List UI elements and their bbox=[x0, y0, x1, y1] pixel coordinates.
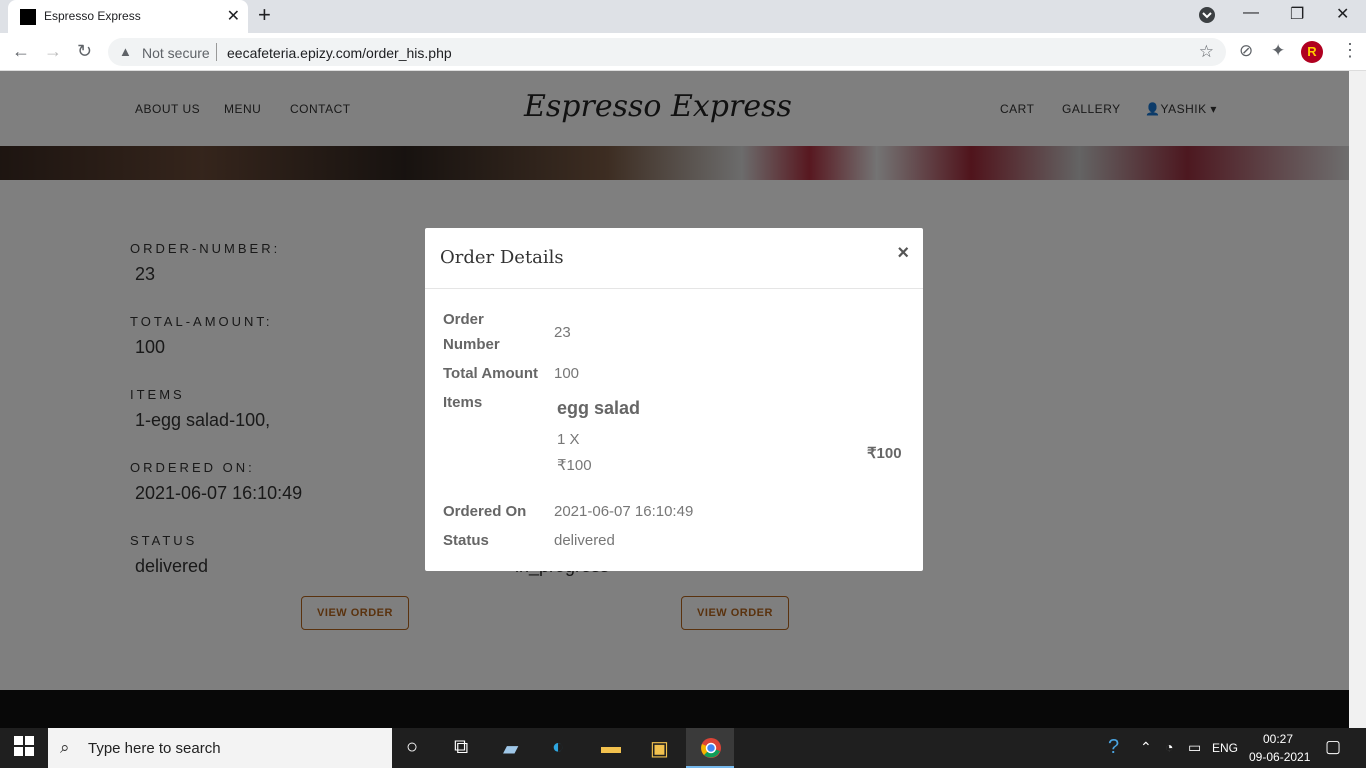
modal-title: Order Details bbox=[440, 247, 564, 268]
tab-title: Espresso Express bbox=[44, 9, 141, 23]
modal-header: Order Details × bbox=[425, 228, 923, 289]
forward-icon[interactable]: → bbox=[44, 41, 62, 62]
browser-toolbar: ← → ↻ ▲ Not secure eecafeteria.epizy.com… bbox=[0, 33, 1366, 71]
tab-close-icon[interactable]: ✕ bbox=[227, 6, 240, 26]
browser-tab-bar: Espresso Express ✕ + — ❐ ✕ bbox=[0, 0, 1366, 33]
notification-icon[interactable]: ▢ bbox=[1325, 737, 1341, 757]
app-icon[interactable]: ▰ bbox=[503, 736, 518, 761]
warning-icon[interactable]: ▲ bbox=[119, 44, 132, 59]
cortana-icon[interactable]: ○ bbox=[406, 736, 418, 759]
help-icon[interactable]: ? bbox=[1108, 736, 1119, 759]
edge-icon[interactable]: ◐ bbox=[552, 736, 564, 759]
restore-icon[interactable]: ❐ bbox=[1290, 4, 1304, 24]
reload-icon[interactable]: ↻ bbox=[77, 41, 92, 62]
network-icon[interactable]: ◔ bbox=[1165, 739, 1173, 755]
new-tab-button[interactable]: + bbox=[258, 2, 271, 28]
order-details-modal: Order Details × Order Number 23 Total Am… bbox=[425, 228, 923, 571]
address-bar[interactable]: ▲ Not secure eecafeteria.epizy.com/order… bbox=[108, 38, 1226, 66]
profile-avatar[interactable]: R bbox=[1301, 41, 1323, 63]
item-quantity: 1 X bbox=[557, 431, 580, 448]
taskbar-search[interactable]: ⌕ Type here to search bbox=[48, 728, 392, 768]
url-text[interactable]: eecafeteria.epizy.com/order_his.php bbox=[227, 45, 452, 61]
store-icon[interactable]: ▣ bbox=[650, 736, 669, 761]
order-number-value: 23 bbox=[554, 324, 571, 341]
block-extension-icon[interactable]: ⊘ bbox=[1239, 41, 1253, 61]
ordered-on-value: 2021-06-07 16:10:49 bbox=[554, 503, 694, 520]
status-value: delivered bbox=[554, 532, 615, 549]
battery-icon[interactable]: ▭ bbox=[1188, 739, 1201, 756]
item-name: egg salad bbox=[557, 398, 641, 418]
item-total: ₹100 bbox=[867, 445, 902, 462]
browser-tab[interactable]: Espresso Express ✕ bbox=[8, 0, 248, 33]
task-view-icon[interactable]: ⧉ bbox=[454, 736, 468, 759]
search-placeholder[interactable]: Type here to search bbox=[88, 740, 221, 757]
tab-search-icon[interactable] bbox=[1198, 6, 1216, 29]
page-scrollbar[interactable] bbox=[1349, 71, 1366, 728]
puzzle-extensions-icon[interactable]: ✦ bbox=[1271, 41, 1285, 61]
file-explorer-icon[interactable]: ▬ bbox=[601, 736, 621, 759]
tray-chevron-icon[interactable]: ⌃ bbox=[1140, 739, 1152, 756]
total-amount-label: Total Amount bbox=[443, 365, 538, 382]
browser-menu-icon[interactable]: ⋮ bbox=[1341, 40, 1359, 61]
items-label: Items bbox=[443, 394, 483, 411]
chrome-taskbar-button[interactable] bbox=[686, 728, 734, 768]
minimize-icon[interactable]: — bbox=[1243, 4, 1259, 22]
status-label: Status bbox=[443, 532, 489, 549]
divider bbox=[216, 43, 217, 61]
back-icon[interactable]: ← bbox=[12, 41, 30, 62]
security-label[interactable]: Not secure bbox=[142, 45, 210, 61]
language-indicator[interactable]: ENG bbox=[1212, 741, 1238, 755]
total-amount-value: 100 bbox=[554, 365, 580, 382]
favicon-icon bbox=[20, 9, 36, 25]
bookmark-star-icon[interactable]: ☆ bbox=[1199, 42, 1214, 62]
windows-taskbar: ⌕ Type here to search ○ ⧉ ▰ ◐ ▬ ▣ ? ⌃ ◔ … bbox=[0, 728, 1366, 768]
windows-start-icon[interactable] bbox=[14, 736, 34, 762]
search-icon: ⌕ bbox=[60, 738, 70, 757]
chrome-icon bbox=[700, 737, 722, 764]
clock-date[interactable]: 09-06-2021 bbox=[1249, 750, 1310, 764]
item-price: ₹100 bbox=[557, 457, 592, 474]
close-window-icon[interactable]: ✕ bbox=[1336, 4, 1349, 24]
modal-close-button[interactable]: × bbox=[897, 242, 909, 265]
order-number-label-line2: Number bbox=[443, 336, 500, 353]
clock-time[interactable]: 00:27 bbox=[1263, 732, 1293, 746]
order-number-label-line1: Order bbox=[443, 311, 484, 328]
ordered-on-label: Ordered On bbox=[443, 503, 527, 520]
